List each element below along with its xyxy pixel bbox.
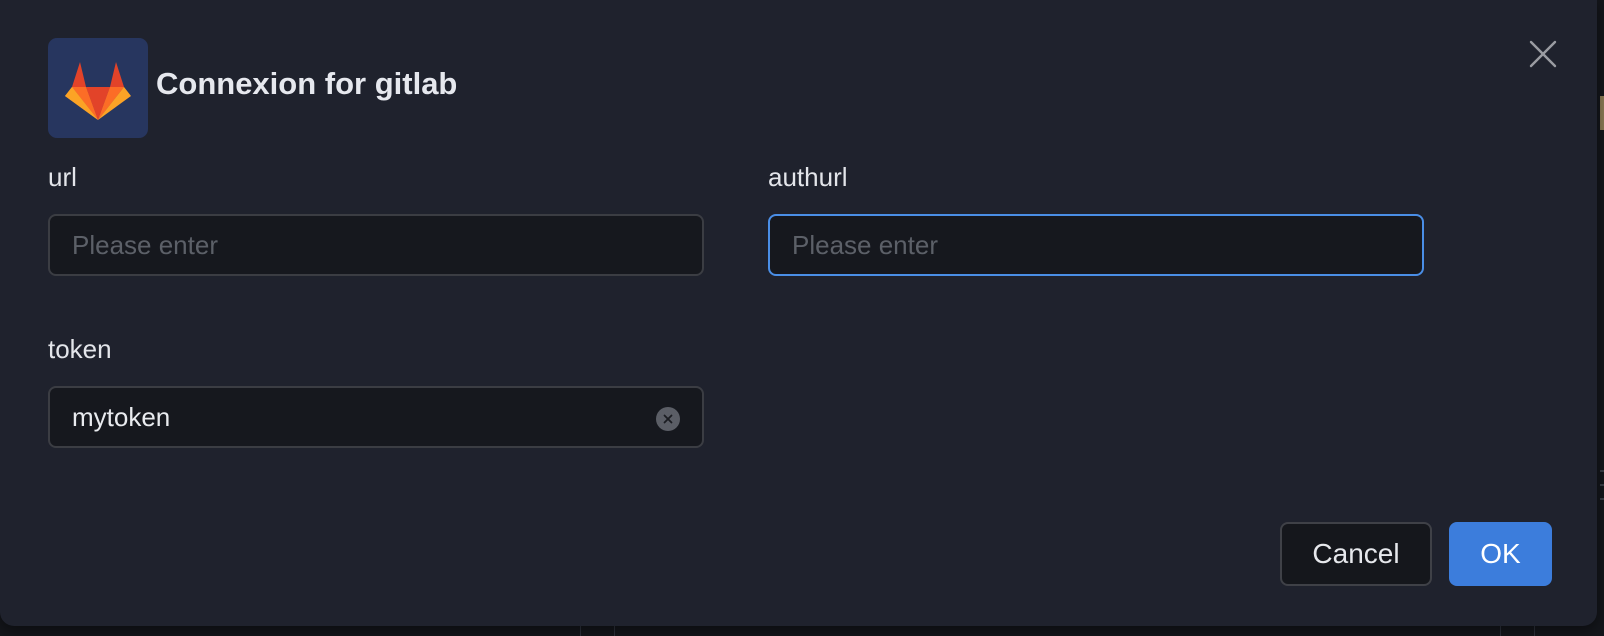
clear-token-button[interactable] [656, 407, 680, 431]
token-field[interactable] [48, 386, 704, 448]
authurl-field[interactable] [768, 214, 1424, 276]
background-edge [1600, 96, 1604, 130]
authurl-input[interactable] [792, 216, 1364, 274]
background-edge [1600, 484, 1604, 486]
close-button[interactable] [1526, 37, 1560, 71]
token-label: token [48, 334, 112, 364]
gitlab-logo [48, 38, 148, 138]
ok-button[interactable]: OK [1449, 522, 1552, 586]
clear-icon [663, 414, 673, 424]
dialog-title: Connexion for gitlab [156, 66, 458, 101]
url-input[interactable] [72, 216, 644, 274]
token-input[interactable] [72, 388, 644, 446]
gitlab-icon [65, 62, 131, 120]
connection-dialog: Connexion for gitlab url authurl token C… [0, 0, 1597, 626]
close-icon [1529, 40, 1557, 68]
cancel-button[interactable]: Cancel [1280, 522, 1432, 586]
url-label: url [48, 162, 77, 192]
authurl-label: authurl [768, 162, 848, 192]
background-edge [1600, 498, 1604, 500]
url-field[interactable] [48, 214, 704, 276]
background-edge [1600, 470, 1604, 472]
